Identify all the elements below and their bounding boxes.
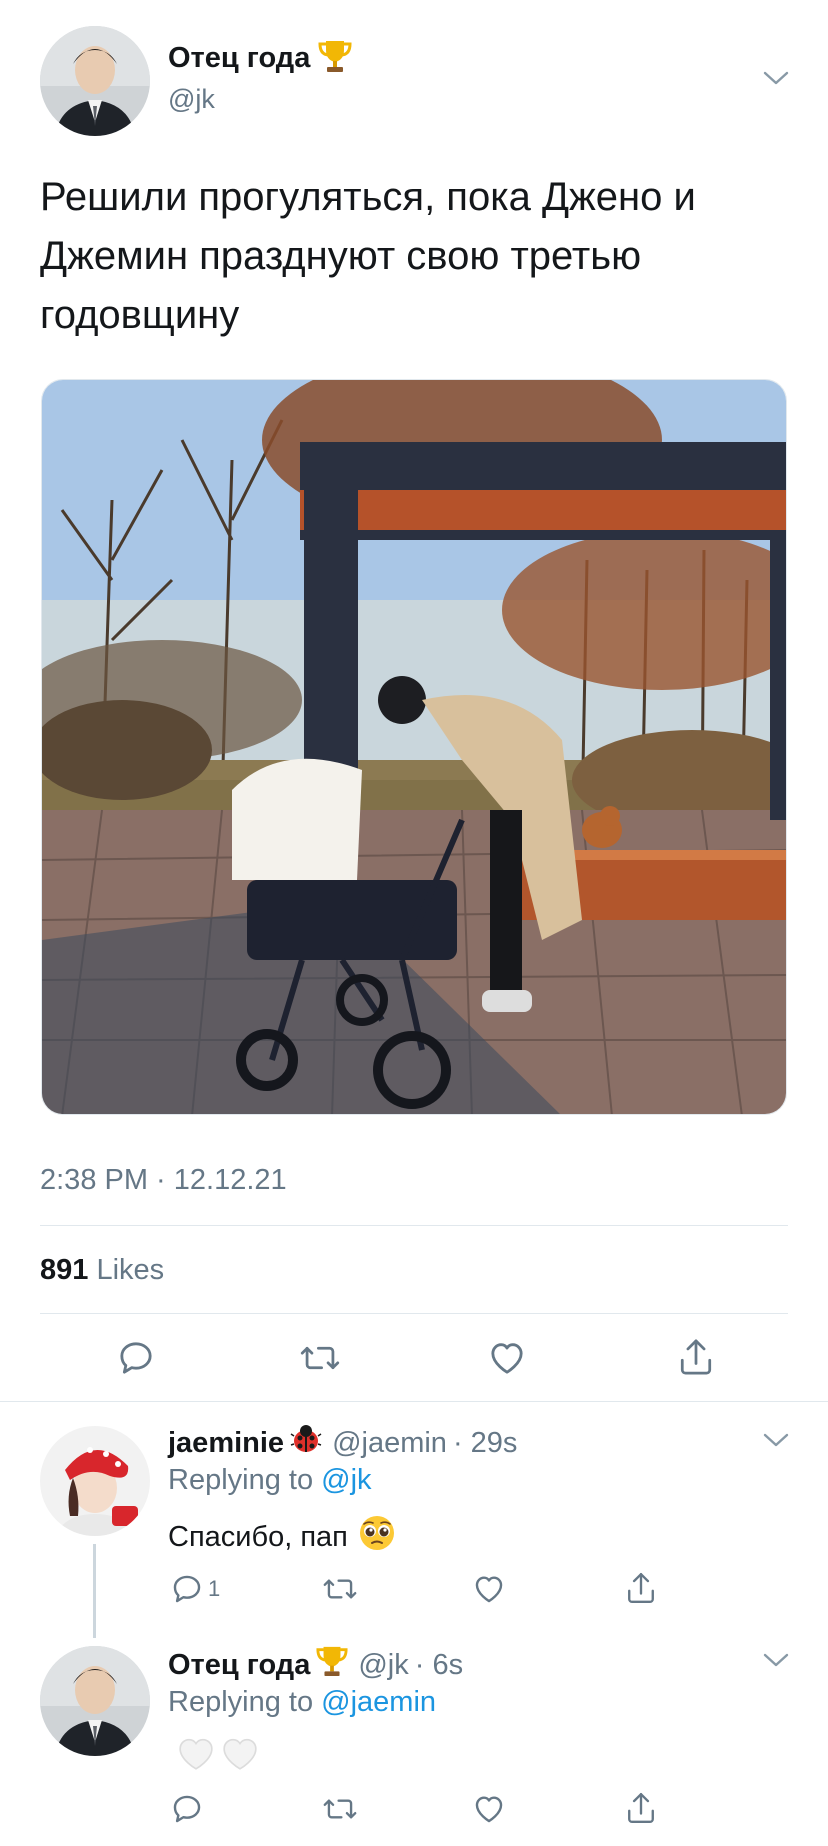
replying-to-label: Replying to	[168, 1464, 314, 1496]
like-button[interactable]	[487, 1338, 527, 1378]
heart-icon	[475, 1576, 503, 1603]
retweet-button[interactable]	[299, 1338, 341, 1378]
reply-button[interactable]	[170, 1792, 204, 1826]
white-heart-icon	[176, 1734, 216, 1777]
reply-icon	[173, 1575, 201, 1603]
thread-line	[93, 1544, 96, 1638]
like-button[interactable]	[472, 1792, 506, 1826]
share-icon	[628, 1792, 654, 1824]
tweet-text-line: Джемин празднуют свою третью	[40, 234, 642, 278]
share-button[interactable]	[624, 1790, 658, 1826]
likes-stat[interactable]: 891 Likes	[40, 1254, 164, 1287]
retweet-icon	[300, 1346, 340, 1370]
share-button[interactable]	[676, 1336, 716, 1378]
tweet-photo[interactable]	[41, 379, 787, 1115]
share-icon	[628, 1572, 654, 1604]
author-handle[interactable]: @jk	[168, 84, 215, 115]
reply-avatar[interactable]	[40, 1646, 150, 1756]
reply-author-handle[interactable]: @jaemin	[332, 1427, 447, 1460]
share-icon	[680, 1339, 712, 1375]
chevron-down-icon[interactable]	[762, 1430, 790, 1450]
likes-label: Likes	[96, 1254, 165, 1286]
author-avatar[interactable]	[40, 26, 150, 136]
replying-to-link[interactable]: @jk	[321, 1464, 371, 1496]
chevron-down-icon[interactable]	[762, 68, 790, 88]
reply-button[interactable]: 1	[170, 1572, 220, 1606]
author-name[interactable]: Отец года	[168, 42, 310, 75]
reply-icon	[120, 1342, 152, 1374]
reply-time[interactable]: · 6s	[415, 1649, 463, 1682]
chevron-down-icon[interactable]	[762, 1650, 790, 1670]
reply-count: 1	[208, 1576, 221, 1601]
divider	[0, 1401, 828, 1402]
retweet-icon	[323, 1579, 357, 1599]
reply-icon	[173, 1795, 201, 1823]
replying-to-label: Replying to	[168, 1686, 314, 1718]
tweet-timestamp[interactable]: 2:38 PM · 12.12.21	[40, 1164, 287, 1197]
reply-author-handle[interactable]: @jk	[358, 1649, 408, 1682]
ladybug-icon	[290, 1424, 322, 1462]
reply-avatar[interactable]	[40, 1426, 150, 1536]
trophy-icon	[318, 38, 352, 79]
retweet-button[interactable]	[322, 1792, 358, 1826]
share-button[interactable]	[624, 1570, 658, 1606]
replying-to-link[interactable]: @jaemin	[321, 1686, 436, 1718]
heart-icon	[491, 1343, 523, 1374]
tweet-text-line: годовщину	[40, 293, 240, 337]
reply-author-name[interactable]: Отец года	[168, 1649, 310, 1682]
reply-text: Спасибо, пап	[168, 1520, 348, 1553]
tweet-text-line: Решили прогуляться, пока Джено и	[40, 175, 696, 219]
white-heart-icon	[220, 1734, 260, 1777]
divider	[40, 1313, 788, 1314]
tweet-text: Решили прогуляться, пока Джено и Джемин …	[40, 168, 696, 345]
reply-time[interactable]: · 29s	[453, 1427, 517, 1460]
retweet-icon	[323, 1799, 357, 1819]
reply-text	[176, 1734, 260, 1777]
retweet-button[interactable]	[322, 1572, 358, 1606]
heart-icon	[475, 1796, 503, 1823]
divider	[40, 1225, 788, 1226]
reply-author-name[interactable]: jaeminie	[168, 1427, 284, 1460]
likes-count: 891	[40, 1254, 89, 1286]
like-button[interactable]	[472, 1572, 506, 1606]
reply-button[interactable]	[116, 1338, 156, 1378]
trophy-icon	[316, 1644, 348, 1686]
pleading-face-icon	[358, 1514, 396, 1560]
